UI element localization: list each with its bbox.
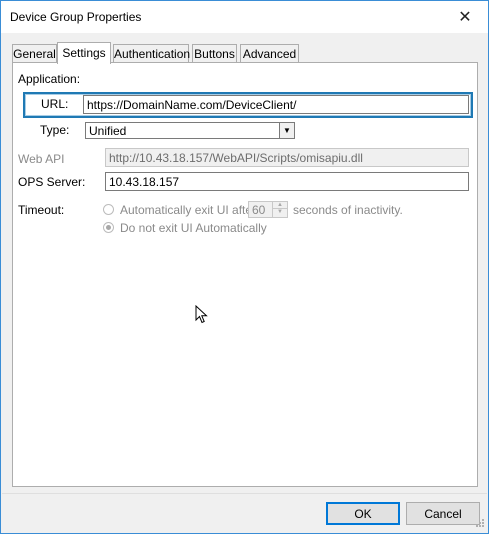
timeout-label: Timeout: [18,203,65,217]
close-icon: ✕ [458,9,472,26]
no-exit-radio[interactable] [103,222,114,233]
tab-authentication[interactable]: Authentication [113,44,190,62]
auto-exit-suffix: seconds of inactivity. [293,203,403,217]
type-label: Type: [40,123,70,137]
timeout-seconds-value: 60 [252,203,266,217]
auto-exit-radio[interactable] [103,204,114,215]
tab-buttons[interactable]: Buttons [192,44,237,62]
chevron-down-icon: ▼ [277,209,283,215]
no-exit-label: Do not exit UI Automatically [120,221,267,235]
dialog-window: Device Group Properties ✕ General Settin… [0,0,489,534]
chevron-up-icon: ▲ [273,202,287,209]
tab-strip: General Settings Authentication Buttons … [12,42,478,64]
type-select[interactable]: Unified ▼ [85,122,295,139]
auto-exit-label: Automatically exit UI after [120,203,257,217]
cancel-button[interactable]: Cancel [406,502,480,525]
application-label: Application: [18,72,81,86]
url-input[interactable]: https://DomainName.com/DeviceClient/ [83,95,469,114]
url-label: URL: [41,97,69,111]
stepper-buttons: ▲ ▼ [272,202,287,217]
type-select-value: Unified [89,124,127,138]
timeout-seconds-stepper: 60 ▲ ▼ [248,201,288,218]
ops-server-label: OPS Server: [18,175,86,189]
mouse-pointer-icon [195,305,208,324]
webapi-input: http://10.43.18.157/WebAPI/Scripts/omisa… [105,148,469,167]
close-button[interactable]: ✕ [442,1,488,33]
window-title: Device Group Properties [10,10,142,24]
webapi-label: Web API [18,152,65,166]
ok-button[interactable]: OK [326,502,400,525]
tab-general[interactable]: General [12,44,57,62]
tab-settings[interactable]: Settings [57,42,111,64]
title-bar[interactable]: Device Group Properties ✕ [1,1,488,33]
footer-divider [2,493,487,494]
resize-grip-icon[interactable] [473,518,485,530]
ops-server-input[interactable]: 10.43.18.157 [105,172,469,191]
tab-advanced[interactable]: Advanced [240,44,299,62]
chevron-down-icon[interactable]: ▼ [279,123,294,138]
